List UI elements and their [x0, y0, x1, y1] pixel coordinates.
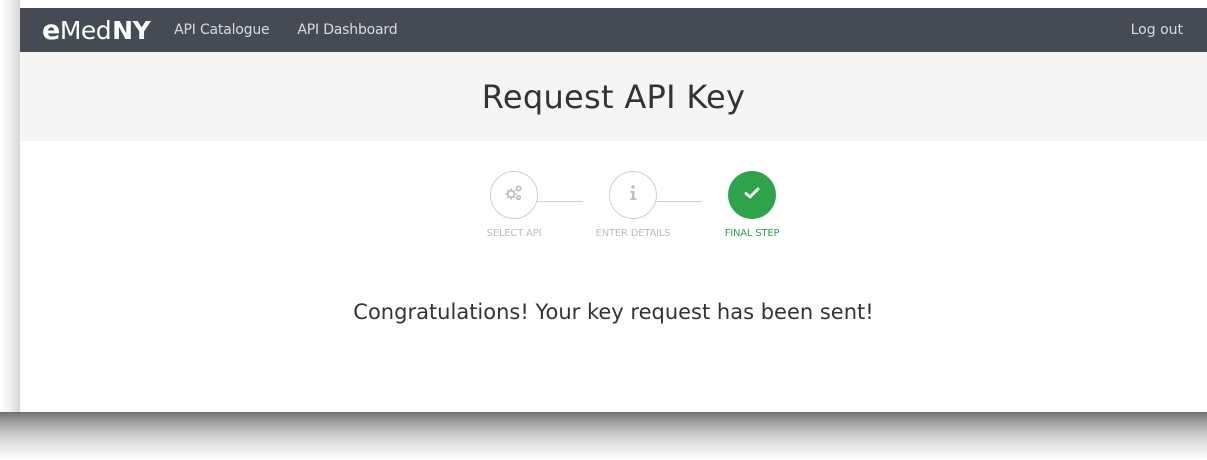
app-window: e Med NY API Catalogue API Dashboard Log o…	[20, 8, 1207, 412]
step-connector	[537, 201, 583, 202]
confirmation-message: Congratulations! Your key request has be…	[353, 300, 874, 324]
nav-api-dashboard[interactable]: API Dashboard	[297, 22, 397, 38]
logo-med: Med	[59, 15, 112, 45]
top-navbar: e Med NY API Catalogue API Dashboard Log o…	[20, 8, 1207, 52]
step-circle-final	[728, 171, 776, 219]
logo-e: e	[42, 14, 60, 46]
step-circle-enter-details	[609, 171, 657, 219]
step-label-enter-details: ENTER DETAILS	[595, 228, 671, 239]
step-label-select-api: SELECT API	[486, 228, 542, 239]
logo-ny: NY	[112, 15, 151, 45]
check-icon	[743, 186, 761, 205]
step-connector	[656, 201, 702, 202]
page-title: Request API Key	[481, 77, 746, 116]
step-final: FINAL STEP	[702, 171, 802, 239]
gears-icon	[503, 182, 525, 209]
title-band: Request API Key	[20, 52, 1207, 141]
info-icon	[626, 184, 640, 207]
logout-link[interactable]: Log out	[1131, 22, 1183, 38]
step-enter-details: ENTER DETAILS	[583, 171, 683, 239]
step-select-api: SELECT API	[464, 171, 564, 239]
progress-stepper: SELECT API ENTER DETAILS FINAL STEP	[20, 171, 1207, 241]
emedny-logo[interactable]: e Med NY	[42, 14, 151, 46]
nav-api-catalogue[interactable]: API Catalogue	[174, 22, 269, 38]
screenshot-edge-left	[0, 0, 20, 460]
step-circle-select-api	[490, 171, 538, 219]
step-label-final: FINAL STEP	[724, 228, 780, 239]
screenshot-edge-bottom	[0, 412, 1207, 460]
